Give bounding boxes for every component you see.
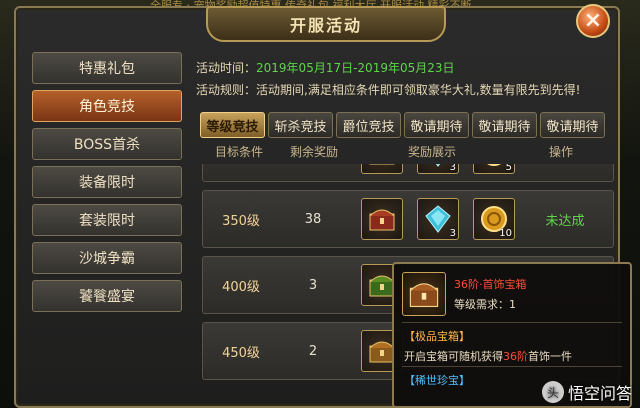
event-rule-line: 活动规则： 活动期间,满足相应条件即可领取豪华大礼,数量有限先到先得! — [196, 78, 616, 100]
event-rule-text: 活动期间,满足相应条件即可领取豪华大礼,数量有限先到先得! — [256, 82, 581, 97]
tooltip-category-premium: 【极品宝箱】 — [404, 330, 470, 343]
row-status: 未达成 — [545, 213, 585, 229]
row-level: 350级 — [222, 213, 260, 229]
row-remaining: 38 — [304, 211, 322, 227]
chest-icon[interactable] — [361, 198, 403, 240]
tab-coming-soon-1[interactable]: 敬请期待 — [404, 112, 469, 138]
watermark-text: 悟空问答 — [567, 384, 632, 403]
tab-coming-soon-2[interactable]: 敬请期待 — [472, 112, 537, 138]
event-time-value: 2019年05月17日-2019年05月23日 — [256, 60, 455, 75]
wukong-logo-icon: 头 — [541, 381, 564, 403]
tooltip-category-rare: 【稀世珍宝】 — [404, 374, 470, 387]
row-level: 400级 — [222, 279, 260, 295]
col-condition: 目标条件 — [214, 144, 263, 159]
col-action: 操作 — [548, 144, 573, 159]
jewelry-chest-icon — [402, 272, 446, 316]
col-remaining: 剩余奖励 — [289, 144, 338, 159]
tab-rank-competition[interactable]: 爵位竞技 — [336, 112, 401, 138]
row-remaining: 3 — [308, 277, 318, 293]
col-rewards: 奖励展示 — [407, 144, 456, 159]
event-rule-label: 活动规则： — [196, 82, 257, 97]
table-row: 350级 38 3 10 未达成 — [202, 190, 614, 248]
sidebar-item-equipment-limited[interactable]: 装备限时 — [32, 166, 182, 198]
panel-title: 开服活动 — [289, 16, 362, 35]
tab-level-competition[interactable]: 等级竞技 — [200, 112, 265, 138]
sidebar-item-castle-war[interactable]: 沙城争霸 — [32, 242, 182, 274]
row-level: 450级 — [222, 345, 260, 361]
table-header: 目标条件 剩余奖励 奖励展示 操作 — [196, 140, 616, 162]
panel-title-bar: 开服活动 — [206, 6, 446, 42]
tooltip-level-requirement: 等级需求：1 — [454, 298, 516, 311]
coin-icon[interactable]: 5 — [473, 164, 515, 174]
sidebar-item-set-limited[interactable]: 套装限时 — [32, 204, 182, 236]
table-row: 3 5 — [202, 164, 614, 182]
event-time-line: 活动时间： 2019年05月17日-2019年05月23日 — [196, 56, 616, 78]
tab-kill-competition[interactable]: 斩杀竞技 — [268, 112, 333, 138]
tooltip-item-name: 36阶·首饰宝箱 — [454, 278, 527, 291]
row-remaining: 2 — [308, 343, 318, 359]
sidebar-item-role-competition[interactable]: 角色竞技 — [32, 90, 182, 122]
tab-coming-soon-3[interactable]: 敬请期待 — [540, 112, 605, 138]
sidebar-item-boss-first-kill[interactable]: BOSS首杀 — [32, 128, 182, 160]
crystal-icon[interactable]: 3 — [417, 198, 459, 240]
close-button[interactable]: × — [576, 4, 610, 38]
tooltip-divider — [402, 366, 622, 367]
coin-icon[interactable]: 10 — [473, 198, 515, 240]
watermark: 头 悟空问答 — [541, 380, 632, 404]
event-time-label: 活动时间： — [196, 60, 257, 75]
competition-tabs: 等级竞技 斩杀竞技 爵位竞技 敬请期待 敬请期待 敬请期待 — [200, 112, 605, 138]
tooltip-divider — [402, 322, 622, 323]
tooltip-description: 开启宝箱可随机获得36阶首饰一件 — [404, 350, 572, 363]
crystal-icon[interactable]: 3 — [417, 164, 459, 174]
sidebar: 特惠礼包 角色竞技 BOSS首杀 装备限时 套装限时 沙城争霸 饕餮盛宴 — [32, 52, 184, 318]
chest-icon[interactable] — [361, 164, 403, 174]
sidebar-item-feast[interactable]: 饕餮盛宴 — [32, 280, 182, 312]
sidebar-item-special-pack[interactable]: 特惠礼包 — [32, 52, 182, 84]
